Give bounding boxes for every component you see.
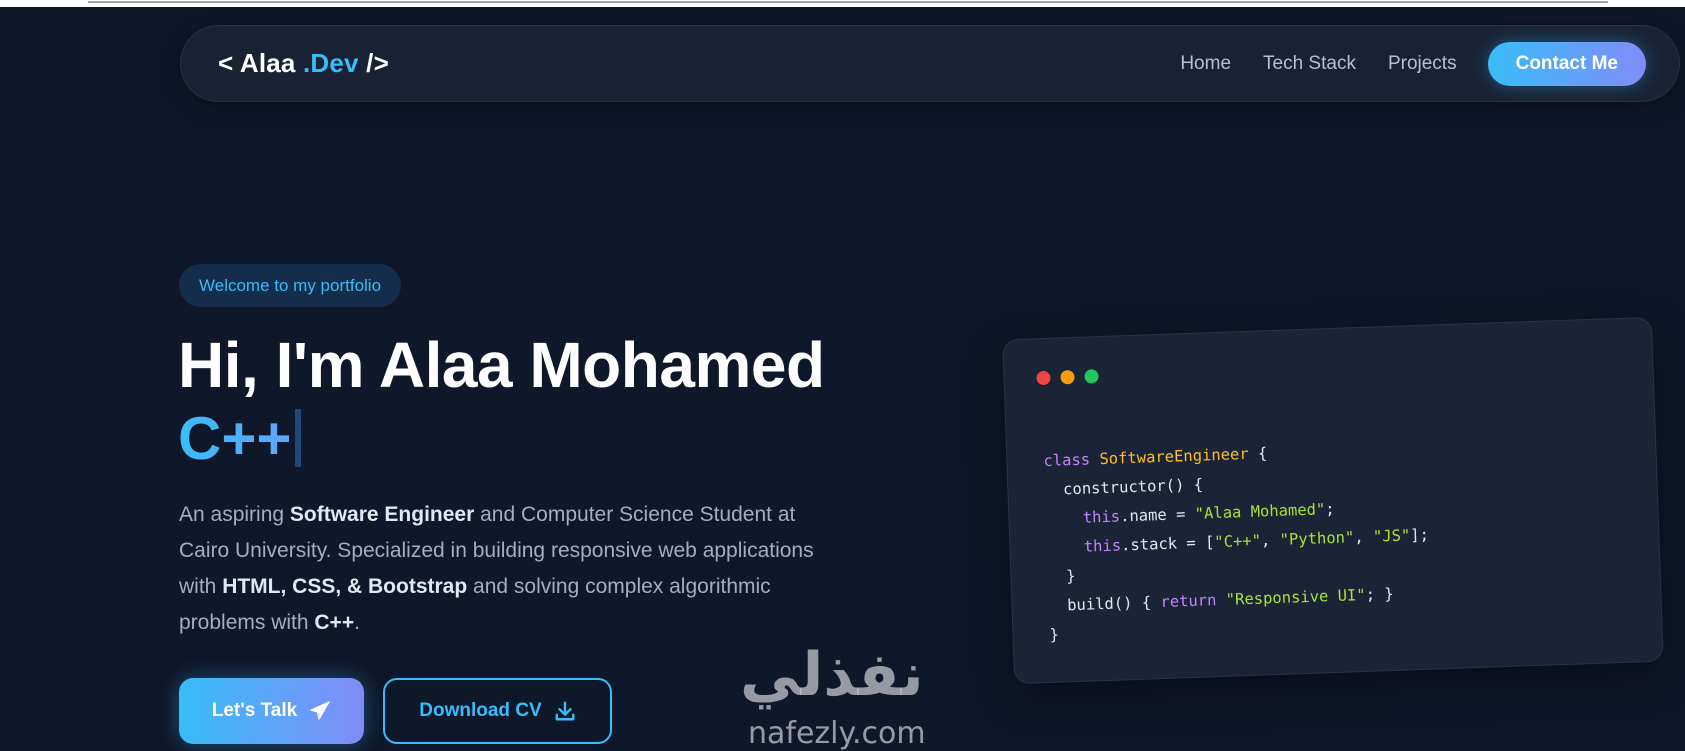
desc-part-4: . [354, 611, 360, 634]
watermark-logo-arabic: نفذلي [740, 640, 924, 710]
window-controls [1036, 369, 1099, 386]
download-cv-button[interactable]: Download CV [383, 678, 612, 744]
welcome-badge: Welcome to my portfolio [179, 264, 402, 307]
desc-bold-3: C++ [314, 611, 355, 634]
close-dot-icon [1036, 370, 1051, 386]
hero-description: An aspiring Software Engineer and Comput… [179, 497, 849, 641]
browser-top-strip [0, 0, 1685, 7]
code-snippet: class SoftwareEngineer { constructor() {… [1043, 434, 1433, 650]
logo-close: /> [366, 48, 389, 78]
desc-bold-2: HTML, CSS, & Bootstrap [222, 575, 468, 598]
typing-caret [295, 409, 302, 467]
site-logo[interactable]: < Alaa .Dev /> [218, 48, 389, 79]
typed-role: C++ [178, 404, 302, 472]
navbar: < Alaa .Dev /> Home Tech Stack Projects … [180, 25, 1680, 102]
hero-title: Hi, I'm Alaa Mohamed [178, 329, 825, 401]
contact-me-button[interactable]: Contact Me [1487, 42, 1646, 86]
watermark-logo-latin: nafezly.com [748, 716, 926, 751]
nav-link-home[interactable]: Home [1180, 53, 1231, 75]
nav-link-tech-stack[interactable]: Tech Stack [1263, 53, 1356, 75]
top-strip-line [88, 1, 1608, 3]
desc-part-1: An aspiring [179, 503, 290, 526]
download-cv-label: Download CV [419, 700, 542, 721]
lets-talk-button[interactable]: Let's Talk [179, 678, 364, 744]
download-icon [555, 701, 575, 721]
logo-accent: .Dev [303, 48, 359, 78]
nav-link-projects[interactable]: Projects [1388, 53, 1457, 75]
desc-bold-1: Software Engineer [289, 503, 475, 526]
paper-plane-icon [310, 701, 330, 720]
maximize-dot-icon [1084, 369, 1099, 384]
nav-links: Home Tech Stack Projects Contact Me [1180, 42, 1646, 86]
code-card: class SoftwareEngineer { constructor() {… [1002, 316, 1664, 685]
minimize-dot-icon [1060, 369, 1075, 385]
logo-open: < Alaa [218, 48, 296, 78]
typed-role-text: C++ [178, 404, 292, 472]
lets-talk-label: Let's Talk [211, 700, 298, 721]
